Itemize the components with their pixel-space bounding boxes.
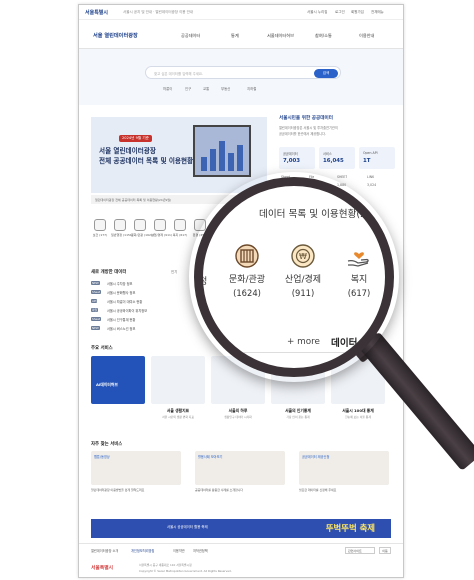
search-button[interactable]: 검색: [314, 68, 338, 78]
search-tag[interactable]: 교통: [203, 86, 209, 91]
stats-desc: 공공데이터를 한곳에서 제공합니다.: [279, 132, 327, 136]
service-card-life[interactable]: 서울 생활지표 서울 시민의 생활 변화 지표: [151, 356, 205, 432]
stat-card-services[interactable]: 서비스 16,045: [319, 147, 355, 169]
list-item[interactable]: Sheet 서울시 문화행사 정보: [91, 290, 203, 296]
lens-category-name: 문화/관광: [228, 275, 266, 285]
service-card-ai[interactable]: AI데이터허브: [91, 356, 145, 432]
search-section: 찾고 싶은 데이터를 입력해 주세요. 검색 따릉이 인구 교통 부동산 지하철: [79, 49, 403, 105]
list-item[interactable]: NEW 서울시 버스노선 정보: [91, 326, 203, 332]
stat-value: 3,024: [367, 183, 377, 187]
stat-card-api[interactable]: Open API 1T: [359, 147, 395, 169]
favorite-card[interactable]: 웹툰/동영상 열린데이터광장 이용방법을 쉽게 알려드려요: [91, 451, 181, 499]
lens-category-welfare[interactable]: 복지 (617): [331, 244, 385, 298]
top-utility-bar: 서울특별시 서울시 공지 및 안내 · 열린데이터광장 이용 안내 서울시 누리…: [79, 5, 403, 20]
temple-icon: [235, 244, 259, 268]
lens-category-count: (1624): [233, 288, 261, 298]
footer-link[interactable]: 이용약관: [173, 548, 185, 553]
lens-category-count: (911): [291, 288, 315, 298]
new-data-title: 새로 개방한 데이터: [91, 270, 127, 275]
footer-address: 서울특별시 중구 세종대로 110 서울특별시청: [139, 563, 192, 567]
list-item[interactable]: 파일 서울시 공공와이파이 위치정보: [91, 308, 203, 314]
favorite-card[interactable]: 공공데이터 제공신청 필요한 데이터를 신청해 주세요: [299, 451, 389, 499]
banner-badge: 2024년 9월 기준: [119, 135, 152, 142]
seoul-city-logo[interactable]: 서울특별시: [85, 9, 108, 16]
festival-banner[interactable]: 서울시 공공데이터 활용 축제 뚜벅뚜벅 축제: [91, 519, 391, 538]
lens-title: 데이터 목록 및 이용현황(24년 9월): [259, 209, 394, 220]
util-link-seoul[interactable]: 서울시 누리집: [307, 10, 327, 15]
services-title: 주요 서비스: [91, 346, 113, 351]
new-data-tab[interactable]: 인기: [171, 270, 177, 275]
util-link-menu[interactable]: 전체메뉴: [371, 10, 384, 15]
lens-data-heading: 데이터: [331, 338, 358, 349]
top-notice[interactable]: 서울시 공지 및 안내 · 열린데이터광장 이용 안내: [123, 10, 243, 15]
category-culture[interactable]: 문화/관광 (1624): [131, 219, 154, 237]
search-tag[interactable]: 부동산: [221, 86, 230, 91]
search-tag[interactable]: 지하철: [247, 86, 256, 91]
search-placeholder: 찾고 싶은 데이터를 입력해 주세요.: [154, 72, 204, 76]
gnb-public-data[interactable]: 공공데이터: [181, 33, 200, 39]
related-sites-go-button[interactable]: 이동: [379, 547, 391, 554]
magnifier-lens: 데이터 목록 및 이용현황(24년 9월) 정 문화/관광 (1624) ₩ 산…: [194, 177, 394, 377]
site-footer: 열린데이터광장 소개 개인정보처리방침 이용약관 저작권정책 관련사이트 이동 …: [79, 543, 403, 577]
lens-category-name: 산업/경제: [284, 275, 322, 285]
category-welfare[interactable]: 복지 (617): [171, 219, 189, 237]
stats-title: 서울시민을 위한 공공데이터: [279, 116, 333, 121]
stats-desc: 열린데이터광장은 서울시 및 투자출연기관의: [279, 126, 338, 130]
heart-hand-icon: [347, 252, 369, 267]
category-health[interactable]: 보건 (177): [91, 219, 109, 237]
category-admin[interactable]: 일반행정 (1151): [111, 219, 133, 237]
stat-head: SHEET: [337, 175, 348, 179]
lens-left-label: 정: [199, 277, 208, 287]
festival-subtitle: 서울시 공공데이터 활용 축제: [167, 525, 208, 529]
stat-head: LINK: [367, 175, 375, 179]
gnb-guide[interactable]: 이용안내: [359, 33, 374, 39]
category-economy[interactable]: 산업/경제 (911): [151, 219, 172, 237]
util-link-login[interactable]: 로그인: [335, 10, 345, 15]
footer-link[interactable]: 저작권정책: [193, 548, 208, 553]
related-sites-select[interactable]: 관련사이트: [345, 547, 375, 554]
footer-logo: 서울특별시: [91, 566, 114, 571]
gnb-data-hub[interactable]: 서울데이터허브: [267, 33, 294, 39]
list-item[interactable]: NEW 서울시 주차장 정보: [91, 281, 203, 287]
list-item[interactable]: API 서울시 따릉이 대여소 현황: [91, 299, 203, 305]
banner-title-line1: 서울 열린데이터광장: [99, 147, 156, 155]
footer-link-privacy[interactable]: 개인정보처리방침: [131, 548, 154, 553]
site-logo[interactable]: 서울 열린데이터광장: [93, 32, 138, 39]
lens-category-name: 복지: [350, 275, 368, 285]
lens-category-count: (617): [347, 288, 371, 298]
stat-card-public-data[interactable]: 공공데이터 7,003: [279, 147, 315, 169]
lens-divider: [203, 352, 385, 353]
search-tag[interactable]: 인구: [185, 86, 191, 91]
footer-link[interactable]: 열린데이터광장 소개: [91, 548, 118, 553]
gnb-stats[interactable]: 통계: [231, 33, 239, 39]
search-input[interactable]: 찾고 싶은 데이터를 입력해 주세요. 검색: [145, 66, 341, 79]
lens-category-culture[interactable]: 문화/관광 (1624): [219, 244, 275, 298]
favorites-title: 자주 찾는 서비스: [91, 442, 123, 447]
banner-title-line2: 전체 공공데이터 목록 및 이용현황: [99, 157, 194, 165]
new-data-list: NEW 서울시 주차장 정보 Sheet 서울시 문화행사 정보 API 서울시 따릉…: [91, 281, 203, 341]
lens-category-economy[interactable]: ₩ 산업/경제 (911): [275, 244, 331, 298]
util-link-join[interactable]: 회원가입: [351, 10, 364, 15]
banner-illustration: [193, 125, 251, 177]
footer-copyright: Copyright © Seoul Metropolitan Governmen…: [139, 569, 232, 573]
lens-more-link[interactable]: + more: [287, 337, 320, 347]
site-header: 서울 열린데이터광장 공공데이터 통계 서울데이터허브 참여/소통 이용안내: [79, 21, 403, 49]
favorite-card[interactable]: 활용사례 모아보기 공공데이터를 활용한 사례를 소개합니다: [195, 451, 285, 499]
search-tag[interactable]: 따릉이: [163, 86, 172, 91]
svg-text:₩: ₩: [299, 252, 307, 261]
main-banner[interactable]: 2024년 9월 기준 서울 열린데이터광장 전체 공공데이터 목록 및 이용현…: [91, 117, 267, 193]
coin-icon: ₩: [291, 244, 315, 268]
festival-title: 뚜벅뚜벅 축제: [325, 523, 375, 533]
gnb-participation[interactable]: 참여/소통: [315, 33, 332, 39]
banner-caption: 열린데이터광장 전체 공공데이터 목록 및 이용현황(24년9월): [95, 197, 172, 202]
list-item[interactable]: Sheet 서울시 인구통계 현황: [91, 317, 203, 323]
